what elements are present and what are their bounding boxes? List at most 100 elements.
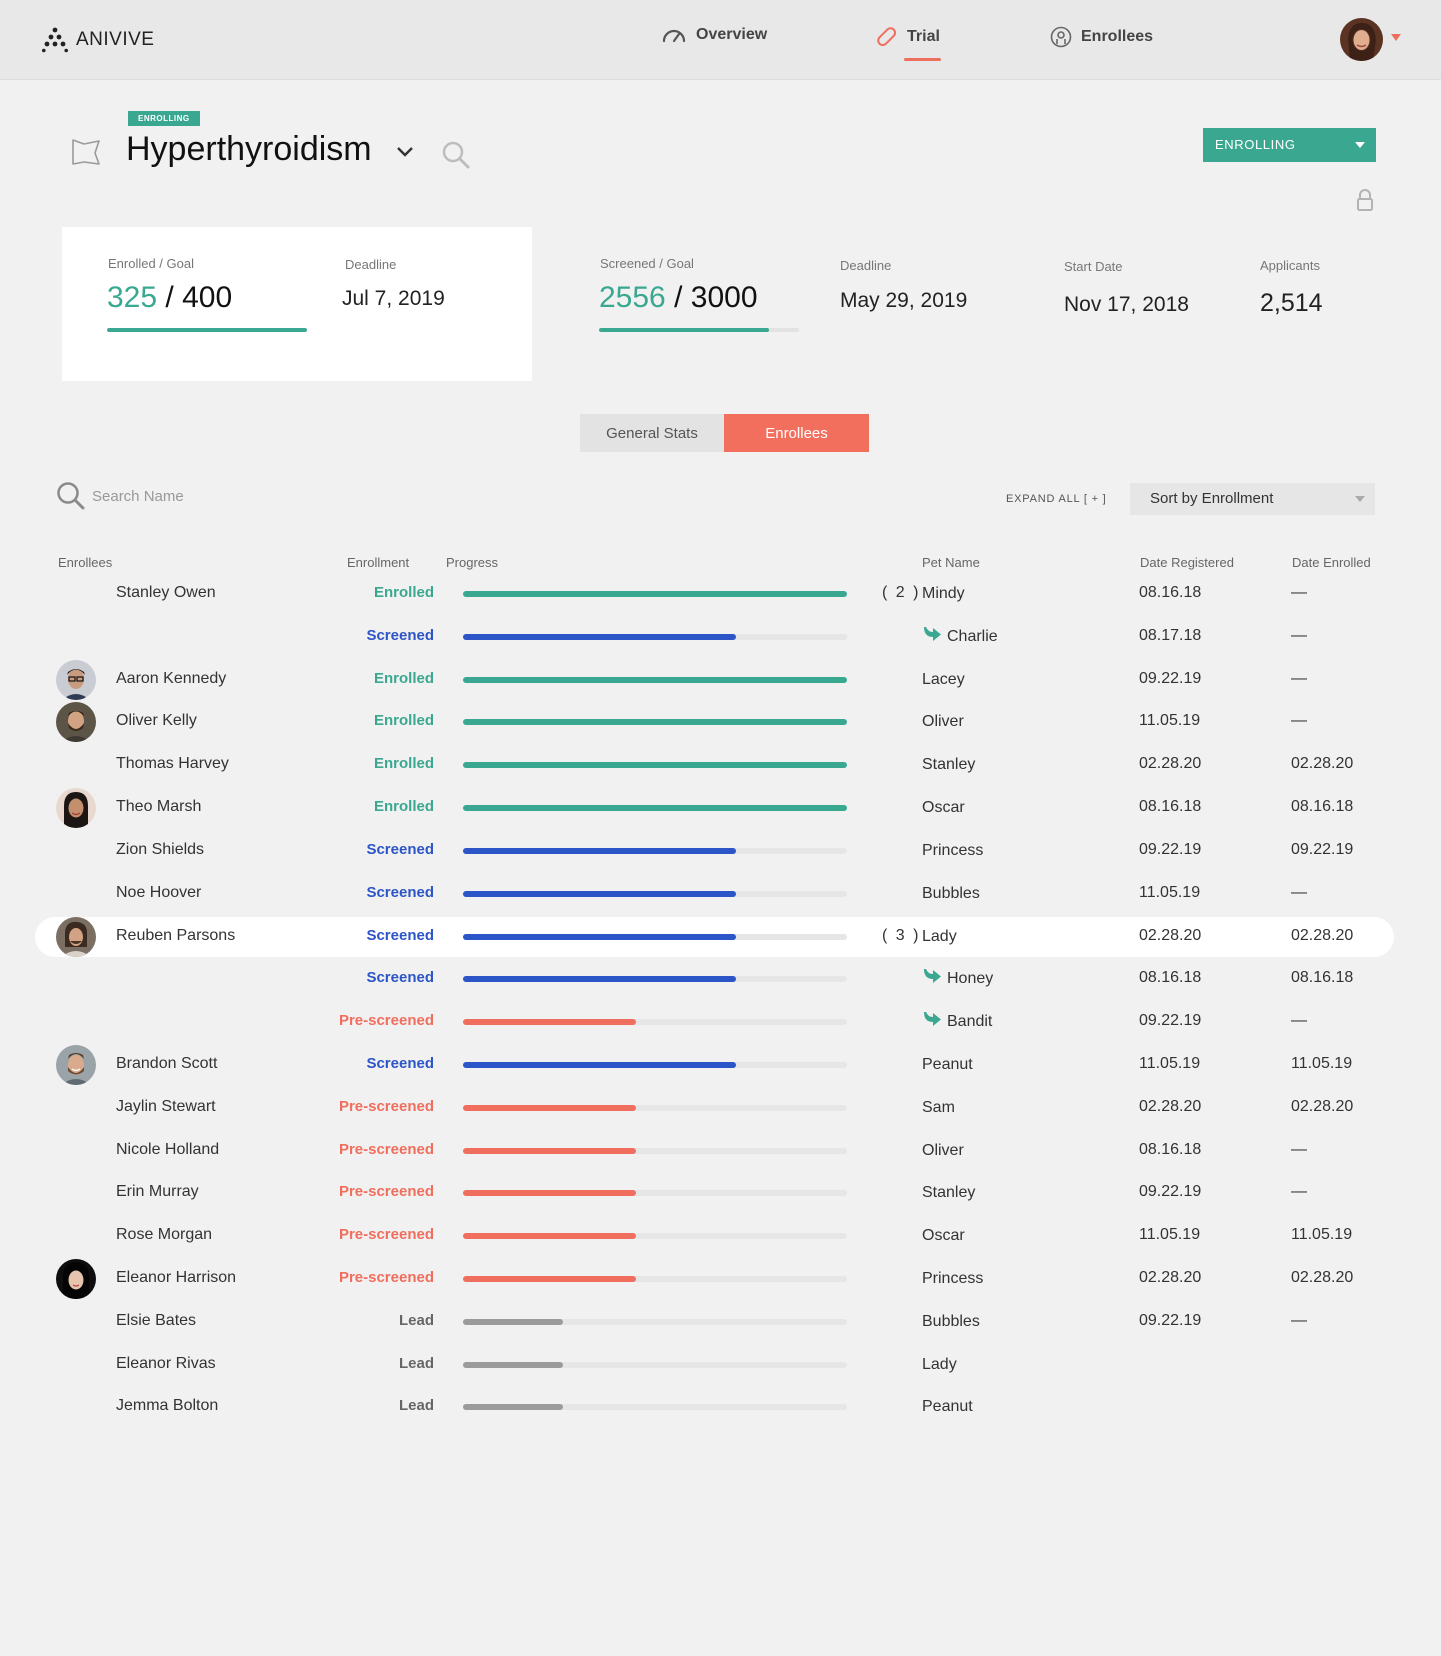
screened-goal-label: Screened / Goal: [600, 256, 694, 271]
lock-icon[interactable]: [1356, 189, 1374, 211]
nav-trial-label: Trial: [907, 28, 940, 45]
nav-active-indicator: [904, 58, 941, 61]
progress-bar-fill: [463, 1404, 563, 1410]
pet-name: Oliver: [922, 1142, 964, 1159]
table-row[interactable]: Jaylin Stewart Pre-screened Sam 02.28.20 02.…: [0, 1088, 1441, 1128]
pet-name: Bubbles: [922, 1313, 980, 1330]
sort-caret-icon: [1355, 496, 1365, 502]
enrollee-name[interactable]: Elsie Bates: [116, 1312, 196, 1330]
table-row[interactable]: Screened Honey 08.16.18 08.16.18: [0, 959, 1441, 999]
enrollee-name[interactable]: Reuben Parsons: [116, 927, 235, 945]
enrollment-status: Screened: [366, 969, 434, 986]
nav-enrollees[interactable]: Enrollees: [1050, 26, 1153, 48]
table-row[interactable]: Eleanor Rivas Lead Lady: [0, 1345, 1441, 1385]
user-avatar[interactable]: [1340, 18, 1383, 61]
table-row[interactable]: Noe Hoover Screened Bubbles 11.05.19 —: [0, 874, 1441, 914]
progress-bar: [463, 1019, 847, 1025]
table-row[interactable]: Reuben Parsons Screened ( 3 ) Lady 02.28.20 0…: [0, 917, 1441, 957]
column-header-enrollees[interactable]: Enrollees: [58, 555, 112, 570]
enrollee-name[interactable]: Eleanor Harrison: [116, 1269, 236, 1287]
table-row[interactable]: Stanley Owen Enrolled ( 2 ) Mindy 08.16.18 —: [0, 574, 1441, 614]
tab-enrollees[interactable]: Enrollees: [724, 414, 869, 452]
nav-overview-label: Overview: [696, 26, 768, 43]
date-registered: 09.22.19: [1139, 670, 1202, 687]
start-date-label: Start Date: [1064, 259, 1123, 274]
enrollee-name[interactable]: Noe Hoover: [116, 884, 201, 902]
table-row[interactable]: Rose Morgan Pre-screened Oscar 11.05.19 11.0…: [0, 1216, 1441, 1256]
date-registered: 08.16.18: [1139, 969, 1202, 986]
tab-general-stats[interactable]: General Stats: [580, 414, 724, 452]
enrollee-name[interactable]: Jemma Bolton: [116, 1397, 218, 1415]
progress-bar: [463, 1148, 847, 1154]
column-header-date-registered[interactable]: Date Registered: [1140, 555, 1234, 570]
enrollee-name[interactable]: Aaron Kennedy: [116, 670, 226, 688]
nav-trial[interactable]: Trial: [876, 26, 940, 48]
date-registered: 09.22.19: [1139, 841, 1202, 858]
pet-count[interactable]: ( 2 ): [882, 584, 920, 602]
trial-status-dropdown[interactable]: ENROLLING: [1203, 128, 1376, 162]
table-row[interactable]: Elsie Bates Lead Bubbles 09.22.19 —: [0, 1302, 1441, 1342]
progress-bar-fill: [463, 1362, 563, 1368]
enrollee-name[interactable]: Rose Morgan: [116, 1226, 212, 1244]
date-enrolled: 02.28.20: [1291, 1269, 1354, 1286]
enrollee-name[interactable]: Zion Shields: [116, 841, 204, 859]
logo-dots-icon: [42, 27, 68, 53]
enrollee-name[interactable]: Theo Marsh: [116, 798, 201, 816]
column-header-pet-name[interactable]: Pet Name: [922, 555, 980, 570]
avatar: [56, 1259, 96, 1299]
table-row[interactable]: Jemma Bolton Lead Peanut: [0, 1387, 1441, 1427]
screened-deadline-value: May 29, 2019: [840, 289, 968, 312]
trial-status-value: ENROLLING: [1215, 137, 1296, 152]
enrollee-name[interactable]: Oliver Kelly: [116, 712, 197, 730]
table-row[interactable]: Zion Shields Screened Princess 09.22.19 09.2…: [0, 831, 1441, 871]
progress-bar: [463, 719, 847, 725]
trial-search-icon[interactable]: [441, 140, 471, 170]
column-header-progress[interactable]: Progress: [446, 555, 498, 570]
date-registered: 11.05.19: [1139, 1226, 1201, 1243]
chevron-down-icon[interactable]: [397, 147, 413, 157]
table-row[interactable]: Oliver Kelly Enrolled Oliver 11.05.19 —: [0, 702, 1441, 742]
date-enrolled: 11.05.19: [1291, 1226, 1353, 1243]
screened-deadline-label: Deadline: [840, 258, 892, 273]
expand-all-button[interactable]: EXPAND ALL [ + ]: [1006, 493, 1107, 505]
enrollee-name[interactable]: Eleanor Rivas: [116, 1355, 216, 1373]
pet-name: Oscar: [922, 799, 965, 816]
pet-name: Princess: [922, 842, 984, 859]
date-enrolled: 02.28.20: [1291, 1098, 1354, 1115]
progress-bar: [463, 762, 847, 768]
enrollment-status: Lead: [398, 1312, 434, 1329]
sub-pet-arrow-icon: [924, 627, 941, 641]
sub-pet-arrow-icon: [924, 1012, 941, 1026]
enrollee-name[interactable]: Brandon Scott: [116, 1055, 217, 1073]
app-frame: ANIVIVE Overview Trial Enrollees ENROLLI…: [0, 0, 1441, 1656]
enrollee-name[interactable]: Jaylin Stewart: [116, 1098, 216, 1116]
search-icon[interactable]: [56, 481, 86, 511]
enrollee-name[interactable]: Erin Murray: [116, 1183, 199, 1201]
table-row[interactable]: Eleanor Harrison Pre-screened Princess 02.2…: [0, 1259, 1441, 1299]
table-row[interactable]: Theo Marsh Enrolled Oscar 08.16.18 08.16.18: [0, 788, 1441, 828]
table-row[interactable]: Pre-screened Bandit 09.22.19 —: [0, 1002, 1441, 1042]
table-row[interactable]: Erin Murray Pre-screened Stanley 09.22.19 —: [0, 1173, 1441, 1213]
search-name-input[interactable]: [92, 483, 312, 509]
table-row[interactable]: Aaron Kennedy Enrolled Lacey 09.22.19 —: [0, 660, 1441, 700]
progress-bar: [463, 1319, 847, 1325]
table-row[interactable]: Nicole Holland Pre-screened Oliver 08.16.18…: [0, 1131, 1441, 1171]
gauge-icon: [662, 29, 686, 43]
pet-count[interactable]: ( 3 ): [882, 927, 920, 945]
app-logo[interactable]: ANIVIVE: [42, 27, 154, 53]
enrollee-name[interactable]: Thomas Harvey: [116, 755, 229, 773]
enrollee-name[interactable]: Nicole Holland: [116, 1141, 219, 1159]
column-header-enrollment[interactable]: Enrollment: [347, 555, 409, 570]
table-row[interactable]: Brandon Scott Screened Peanut 11.05.19 11.05…: [0, 1045, 1441, 1085]
table-row[interactable]: Screened Charlie 08.17.18 —: [0, 617, 1441, 657]
progress-bar: [463, 591, 847, 597]
column-header-date-enrolled[interactable]: Date Enrolled: [1292, 555, 1371, 570]
enrollment-status: Screened: [366, 927, 434, 944]
enrollment-status: Enrolled: [373, 712, 434, 729]
user-menu-caret-icon[interactable]: [1391, 34, 1401, 41]
nav-overview[interactable]: Overview: [661, 26, 767, 44]
table-row[interactable]: Thomas Harvey Enrolled Stanley 02.28.20 02.2…: [0, 745, 1441, 785]
enrollee-name[interactable]: Stanley Owen: [116, 584, 216, 602]
avatar: [56, 1045, 96, 1085]
sort-dropdown[interactable]: Sort by Enrollment: [1130, 483, 1375, 515]
